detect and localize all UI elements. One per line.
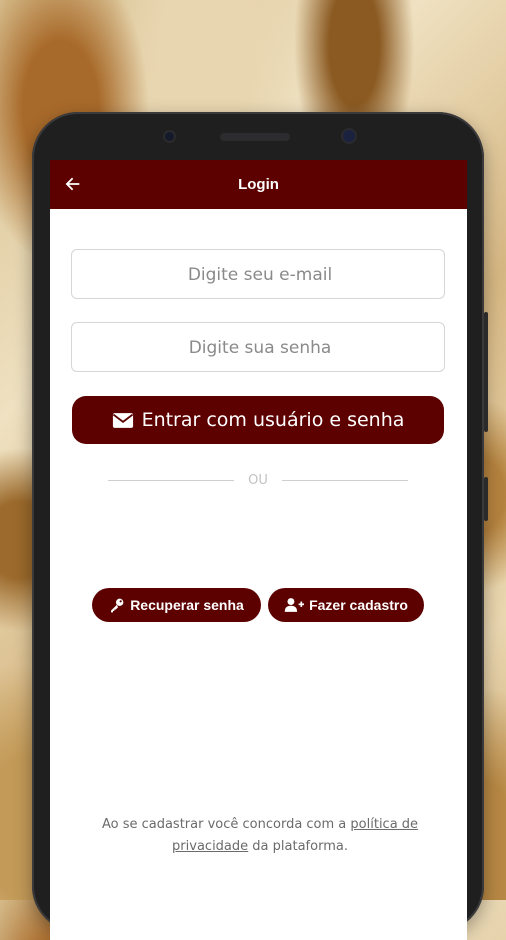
signup-label: Fazer cadastro <box>309 597 408 613</box>
terms-suffix: da plataforma. <box>252 839 348 854</box>
login-button[interactable]: Entrar com usuário e senha <box>72 396 444 444</box>
recover-password-label: Recuperar senha <box>130 597 244 613</box>
divider-text: OU <box>248 472 268 488</box>
password-input[interactable] <box>72 323 448 373</box>
user-plus-icon <box>284 598 305 612</box>
divider-line-right <box>281 479 408 481</box>
terms-notice: Ao se cadastrar você concorda com a polí… <box>90 814 430 858</box>
speaker-grille <box>220 133 290 141</box>
volume-button <box>484 312 488 432</box>
recover-password-button[interactable]: Recuperar senha <box>92 588 261 622</box>
app-bar: Login <box>50 160 467 209</box>
phone-frame: Login Entrar com usuário e senha OU <box>32 112 488 940</box>
email-input[interactable] <box>72 250 448 300</box>
page-title: Login <box>238 176 279 193</box>
front-camera <box>165 132 174 141</box>
key-icon <box>111 598 124 613</box>
login-button-label: Entrar com usuário e senha <box>141 409 405 431</box>
app-screen: Login Entrar com usuário e senha OU <box>50 160 467 940</box>
front-sensor <box>343 130 355 142</box>
terms-prefix: Ao se cadastrar você concorda com a <box>101 817 347 832</box>
envelope-icon <box>112 412 133 428</box>
signup-button[interactable]: Fazer cadastro <box>268 588 424 622</box>
email-field[interactable] <box>71 249 448 300</box>
arrow-left-icon[interactable] <box>61 173 83 195</box>
password-field[interactable] <box>71 322 448 373</box>
or-divider: OU <box>108 472 408 488</box>
power-button <box>484 477 488 521</box>
divider-line-left <box>108 479 235 481</box>
